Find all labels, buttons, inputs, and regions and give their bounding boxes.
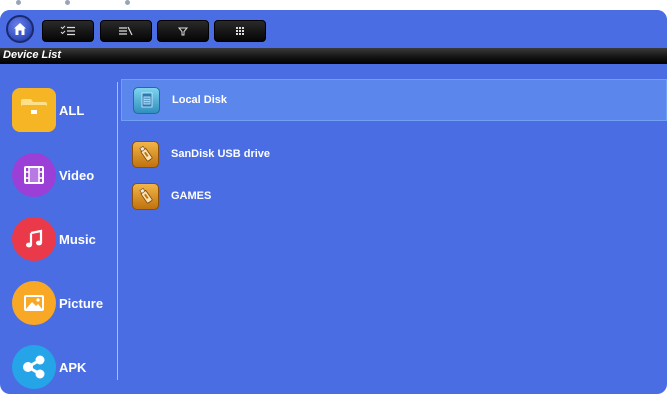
device-name: Local Disk xyxy=(172,94,228,106)
device-row-local-disk[interactable]: Local Disk xyxy=(121,79,667,121)
device-list-header: Device List xyxy=(0,48,667,64)
select-button[interactable] xyxy=(42,20,94,42)
sidebar-item-apk[interactable]: APK xyxy=(12,345,86,389)
sidebar-item-picture[interactable]: Picture xyxy=(12,281,103,325)
page-title: Device List xyxy=(3,49,62,61)
sidebar-item-music[interactable]: Music xyxy=(12,217,96,261)
sidebar-item-label: APK xyxy=(59,359,87,375)
sidebar-item-label: ALL xyxy=(59,102,85,118)
device-name: GAMES xyxy=(171,190,212,202)
category-sidebar: ALL Video Music Picture APK xyxy=(0,72,118,394)
indicator-dot xyxy=(65,0,70,5)
film-icon xyxy=(12,153,56,197)
sort-button[interactable] xyxy=(100,20,152,42)
usb-drive-icon xyxy=(132,182,159,210)
device-name: SanDisk USB drive xyxy=(171,148,271,160)
sidebar-item-all[interactable]: ALL xyxy=(12,88,84,132)
sidebar-item-label: Music xyxy=(59,231,96,247)
view-mode-button[interactable] xyxy=(214,20,266,42)
toolbar xyxy=(0,10,667,48)
home-icon xyxy=(14,23,26,35)
filter-button[interactable] xyxy=(157,20,209,42)
sidebar-item-label: Video xyxy=(59,167,95,183)
usb-drive-icon xyxy=(132,140,159,168)
home-button[interactable] xyxy=(6,15,34,43)
share-icon xyxy=(12,345,56,389)
app-screen: Device List ALL Video Music Picture APK … xyxy=(0,10,667,394)
folder-icon xyxy=(12,88,56,132)
grid-icon xyxy=(236,27,244,35)
sidebar-item-video[interactable]: Video xyxy=(12,153,94,197)
sidebar-divider xyxy=(117,82,118,380)
indicator-dot xyxy=(125,0,130,5)
filter-icon xyxy=(178,27,188,36)
checklist-icon xyxy=(60,25,75,36)
device-row-sandisk-usb[interactable]: SanDisk USB drive xyxy=(121,133,667,175)
device-row-games[interactable]: GAMES xyxy=(121,175,667,217)
indicator-dot xyxy=(16,0,21,5)
sidebar-item-label: Picture xyxy=(59,295,104,311)
music-note-icon xyxy=(12,217,56,261)
picture-icon xyxy=(12,281,56,325)
sort-icon xyxy=(119,26,133,36)
sd-card-icon xyxy=(133,86,160,114)
